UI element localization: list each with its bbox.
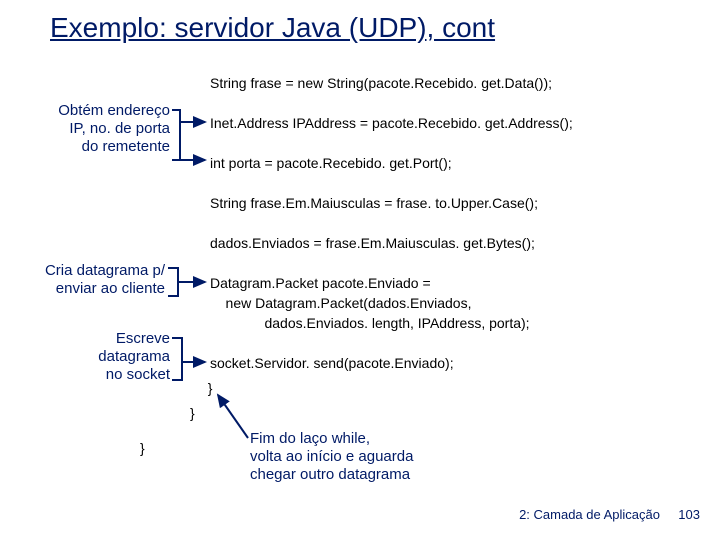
code-line: Datagram.Packet pacote.Enviado = [210, 275, 431, 291]
annotation-create-datagram: Cria datagrama p/ enviar ao cliente [0, 262, 165, 298]
annotation-text: Escreve [116, 330, 170, 347]
code-line: String frase = new String(pacote.Recebid… [210, 75, 552, 91]
code-line: } [190, 405, 195, 421]
code-line: new Datagram.Packet(dados.Enviados, [210, 295, 471, 311]
annotation-text: chegar outro datagrama [250, 466, 410, 483]
annotation-text: datagrama [98, 348, 170, 365]
code-line: String frase.Em.Maiusculas = frase. to.U… [210, 195, 538, 211]
annotation-end-while: Fim do laço while, volta ao início e agu… [250, 430, 500, 484]
bracket-icon [172, 338, 182, 380]
annotation-text: no socket [106, 366, 170, 383]
code-line: } [140, 440, 145, 456]
footer-chapter: 2: Camada de Aplicação [519, 507, 660, 522]
slide-title: Exemplo: servidor Java (UDP), cont [50, 12, 495, 44]
code-line: } [200, 380, 212, 396]
arrow-icon [218, 395, 248, 438]
annotation-text: enviar ao cliente [56, 280, 165, 297]
annotation-text: Cria datagrama p/ [45, 262, 165, 279]
bracket-icon [168, 268, 178, 296]
annotation-text: do remetente [82, 138, 170, 155]
annotation-ip-port: Obtém endereço IP, no. de porta do remet… [10, 102, 170, 156]
code-line: dados.Enviados = frase.Em.Maiusculas. ge… [210, 235, 535, 251]
code-line: socket.Servidor. send(pacote.Enviado); [210, 355, 454, 371]
code-line: int porta = pacote.Recebido. get.Port(); [210, 155, 452, 171]
annotation-text: volta ao início e aguarda [250, 448, 413, 465]
annotation-text: Fim do laço while, [250, 430, 370, 447]
annotation-text: IP, no. de porta [69, 120, 170, 137]
code-line: Inet.Address IPAddress = pacote.Recebido… [210, 115, 573, 131]
annotation-text: Obtém endereço [58, 102, 170, 119]
footer-page-number: 103 [678, 507, 700, 522]
bracket-icon [172, 110, 180, 160]
annotation-write-socket: Escreve datagrama no socket [60, 330, 170, 384]
code-line: dados.Enviados. length, IPAddress, porta… [210, 315, 530, 331]
